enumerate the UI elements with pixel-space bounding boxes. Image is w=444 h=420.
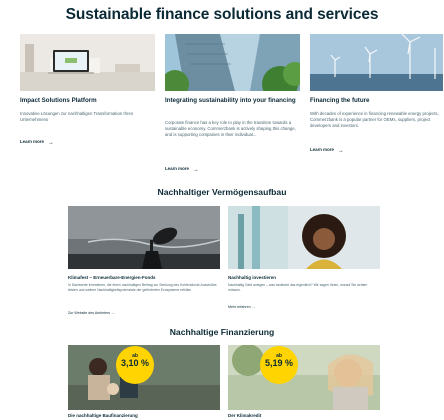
arrow-right-icon: → xyxy=(250,305,256,309)
learn-more-link[interactable]: Learn more → xyxy=(20,139,54,146)
rate-badge: ab 3,10 % xyxy=(116,346,154,384)
section-heading-financing: Nachhaltige Finanzierung xyxy=(169,327,275,337)
arrow-right-icon: → xyxy=(47,139,54,146)
arrow-right-icon: → xyxy=(337,147,344,154)
rate-badge-value: 3,10 % xyxy=(120,358,150,368)
link-label: Learn more xyxy=(165,166,189,171)
rate-badge: ab 5,19 % xyxy=(260,346,298,384)
card-text: With decades of experience in financing … xyxy=(310,111,439,129)
learn-more-link[interactable]: Learn more → xyxy=(165,166,199,173)
card-text: Nachhaltig Geld anlegen – was bedeutet d… xyxy=(228,283,368,292)
sustainable-investing-image[interactable] xyxy=(228,206,380,269)
learn-more-link[interactable]: Learn more → xyxy=(310,147,344,154)
card-title[interactable]: Integrating sustainability into your fin… xyxy=(165,97,300,105)
card-title[interactable]: Impact Solutions Platform xyxy=(20,97,155,105)
sustainable-finance-image[interactable] xyxy=(165,34,300,91)
klimafest-fund-image[interactable] xyxy=(68,206,220,269)
learn-more-link[interactable]: Mehr erfahren → xyxy=(228,305,255,309)
card-title[interactable]: Financing the future xyxy=(310,97,443,105)
card-text: In Sachwerte investieren, die einen nach… xyxy=(68,283,217,292)
link-label: Learn more xyxy=(20,139,44,144)
link-label: Zur Website des Anbieters xyxy=(68,311,111,315)
impact-platform-image[interactable] xyxy=(20,34,155,91)
offshore-wind-photo xyxy=(310,34,443,91)
arrow-right-icon: → xyxy=(110,311,115,315)
link-label: Mehr erfahren xyxy=(228,305,251,309)
arrow-right-icon: → xyxy=(192,166,199,173)
card-text: Innovative Lösungen zur nachhaltigen Tra… xyxy=(20,111,133,123)
wind-farm-image[interactable] xyxy=(310,34,443,91)
climate-loan-image[interactable] xyxy=(228,345,380,410)
card-title[interactable]: Klimafest – Erneuerbare-Energien-Fonds xyxy=(68,275,220,280)
umbrella-beach-photo xyxy=(68,206,220,269)
provider-website-link[interactable]: Zur Website des Anbieters → xyxy=(68,311,115,315)
rate-badge-value: 5,19 % xyxy=(264,358,294,368)
skyscraper-trees-photo xyxy=(165,34,300,91)
card-title[interactable]: Nachhaltig investieren xyxy=(228,275,380,280)
card-title[interactable]: Die nachhaltige Baufinanzierung xyxy=(68,413,220,418)
card-title[interactable]: Der Klimakredit xyxy=(228,413,380,418)
smiling-woman-photo xyxy=(228,206,380,269)
section-heading-wealth: Nachhaltiger Vermögensaufbau xyxy=(157,187,287,197)
card-text: Corporate finance has a key role to play… xyxy=(165,120,296,138)
link-label: Learn more xyxy=(310,147,334,152)
page-title: Sustainable finance solutions and servic… xyxy=(65,6,379,23)
woman-nature-photo xyxy=(228,345,380,410)
laptop-desk-illustration xyxy=(20,34,155,91)
